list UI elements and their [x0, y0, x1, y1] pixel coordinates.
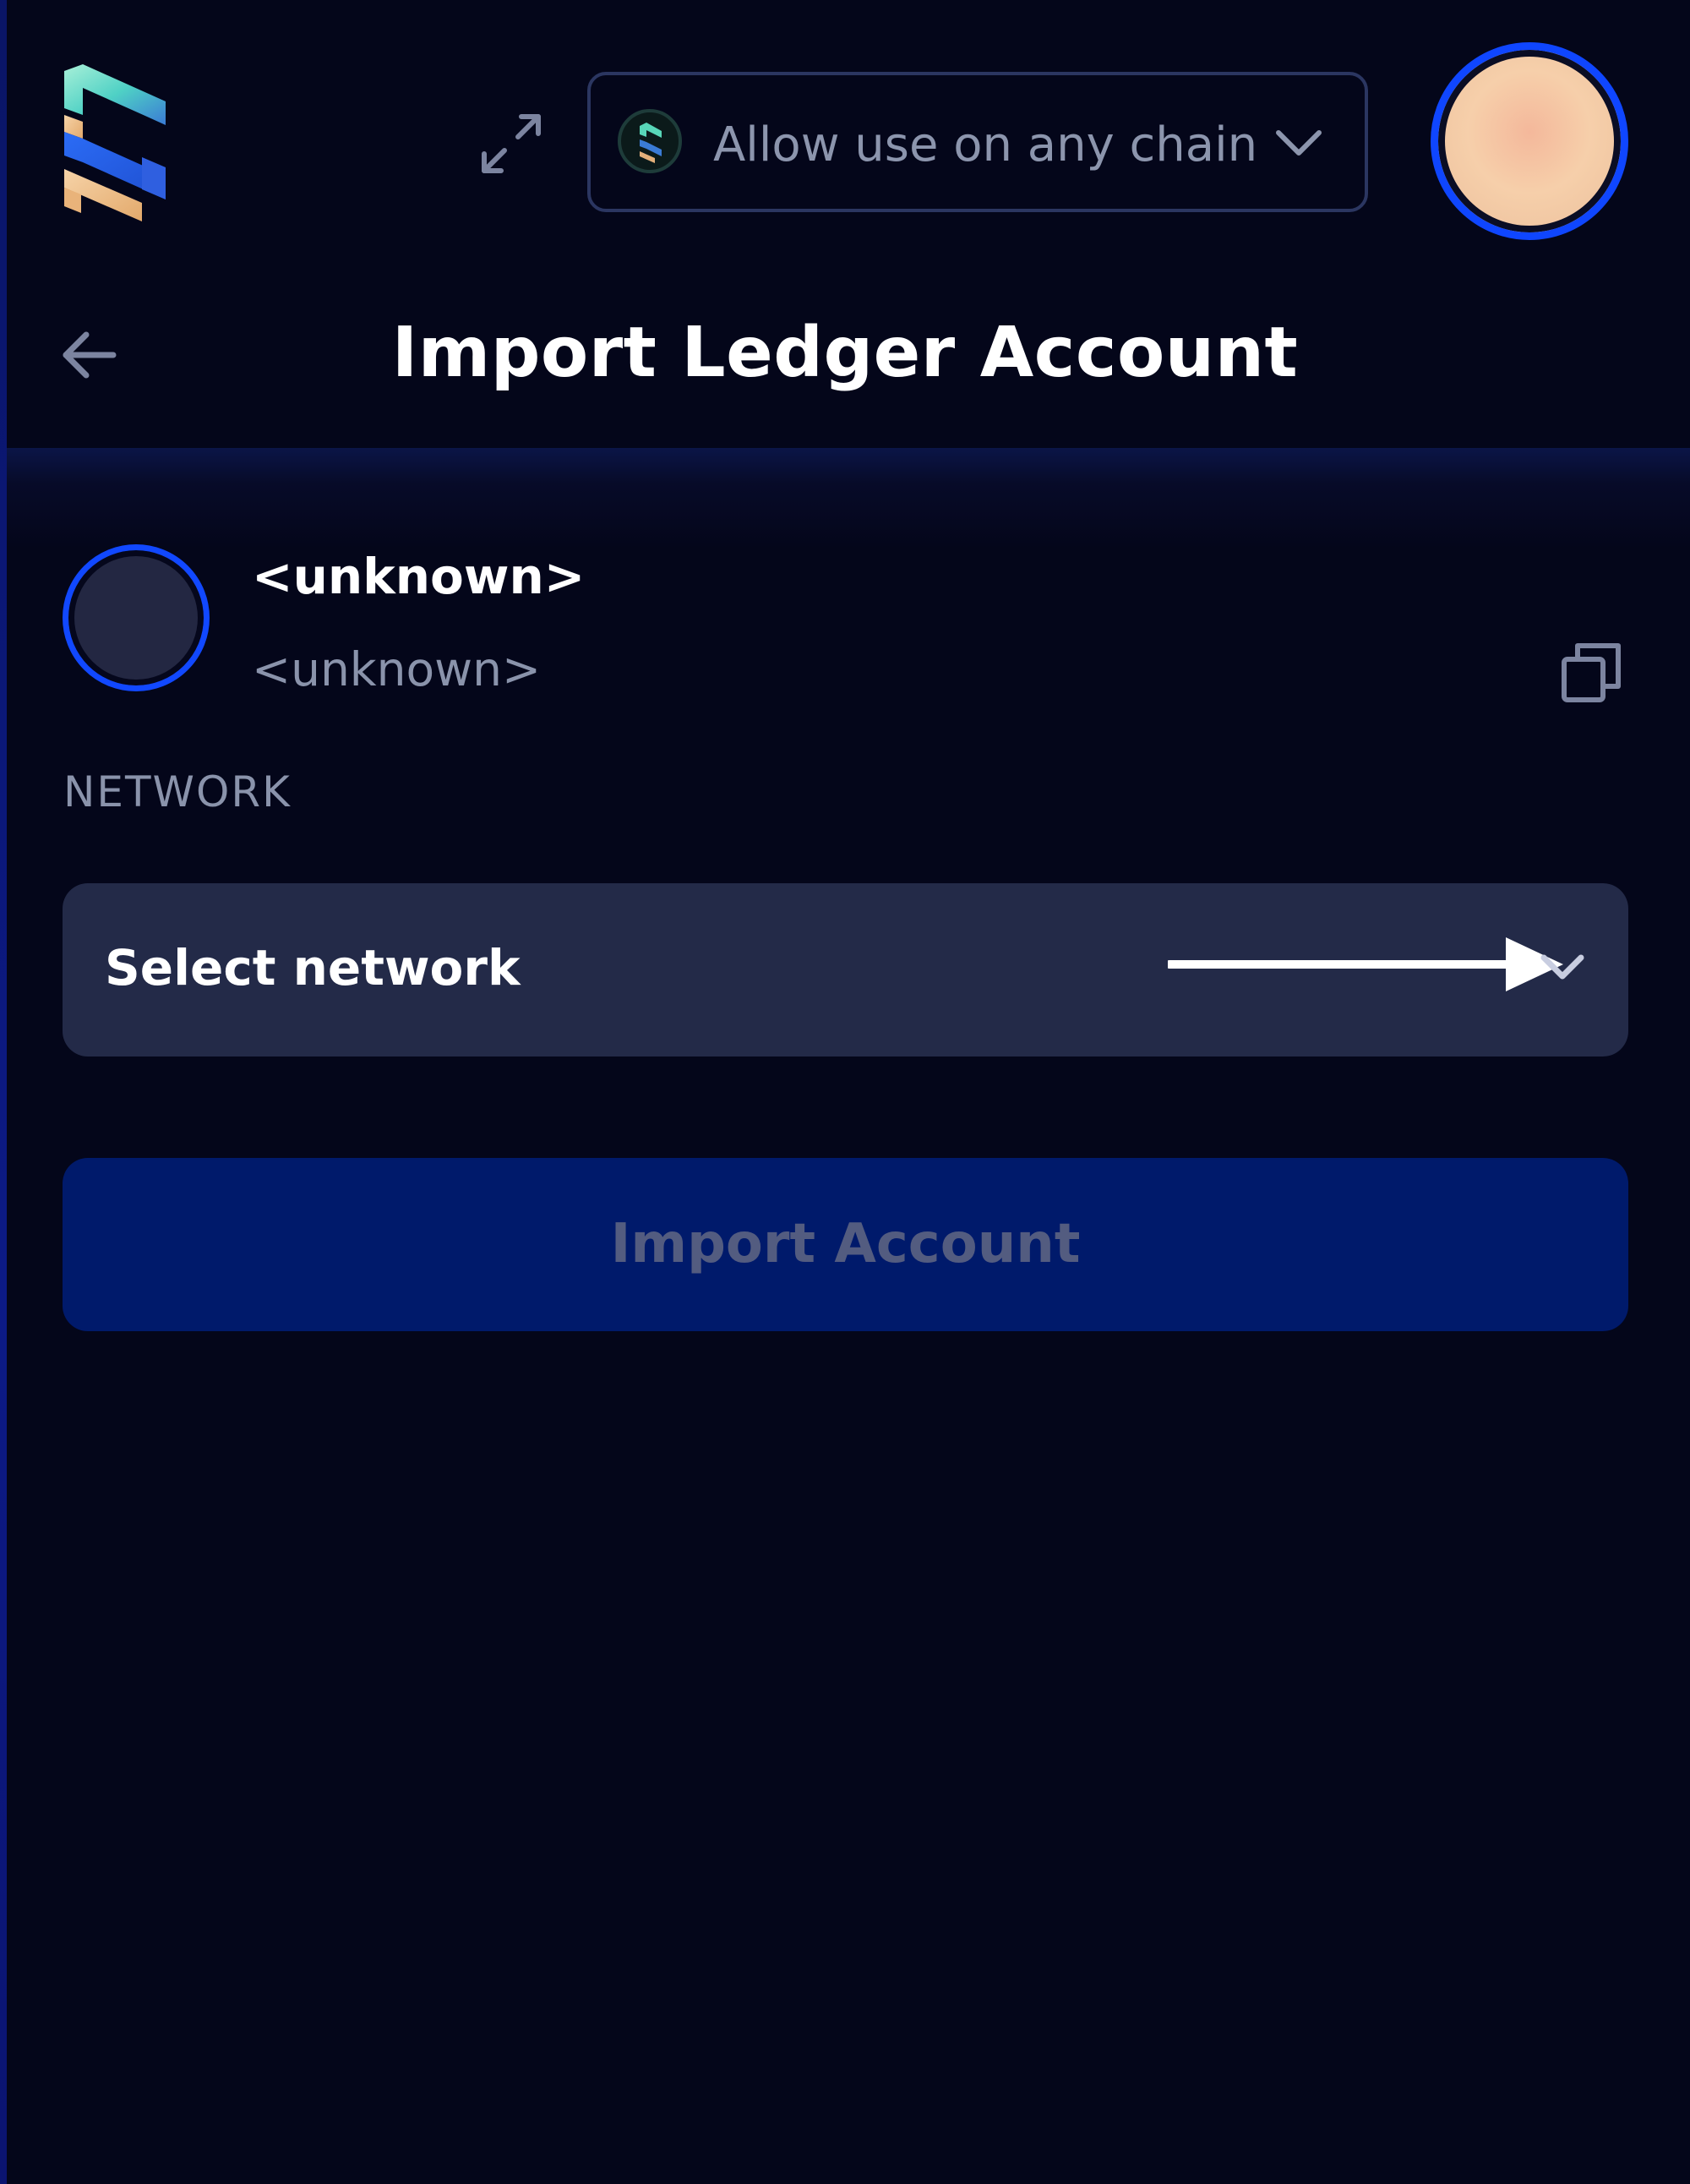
expand-icon[interactable]	[477, 110, 545, 177]
copy-icon[interactable]	[1559, 641, 1623, 705]
chain-selector-label: Allow use on any chain	[713, 117, 1258, 172]
chevron-down-icon	[1540, 954, 1584, 980]
account-avatar-button[interactable]	[1431, 42, 1628, 240]
subwallet-logo-icon	[64, 64, 166, 221]
account-avatar	[63, 544, 210, 691]
title-bar: Import Ledger Account	[0, 287, 1690, 448]
arrow-right-icon	[1168, 937, 1563, 991]
account-address: <unknown>	[252, 642, 542, 696]
chain-selector[interactable]: Allow use on any chain	[587, 72, 1368, 212]
divider	[7, 448, 1690, 549]
chain-icon	[618, 109, 682, 173]
header: Allow use on any chain	[0, 0, 1690, 287]
page-title: Import Ledger Account	[391, 313, 1299, 393]
network-section-label: NETWORK	[63, 767, 292, 816]
account-name: <unknown>	[252, 548, 586, 605]
account-info: <unknown> <unknown>	[0, 541, 1690, 710]
network-select[interactable]: Select network	[63, 883, 1628, 1057]
chevron-down-icon	[1276, 130, 1322, 156]
import-account-button[interactable]: Import Account	[63, 1158, 1628, 1331]
network-select-placeholder: Select network	[105, 939, 521, 996]
